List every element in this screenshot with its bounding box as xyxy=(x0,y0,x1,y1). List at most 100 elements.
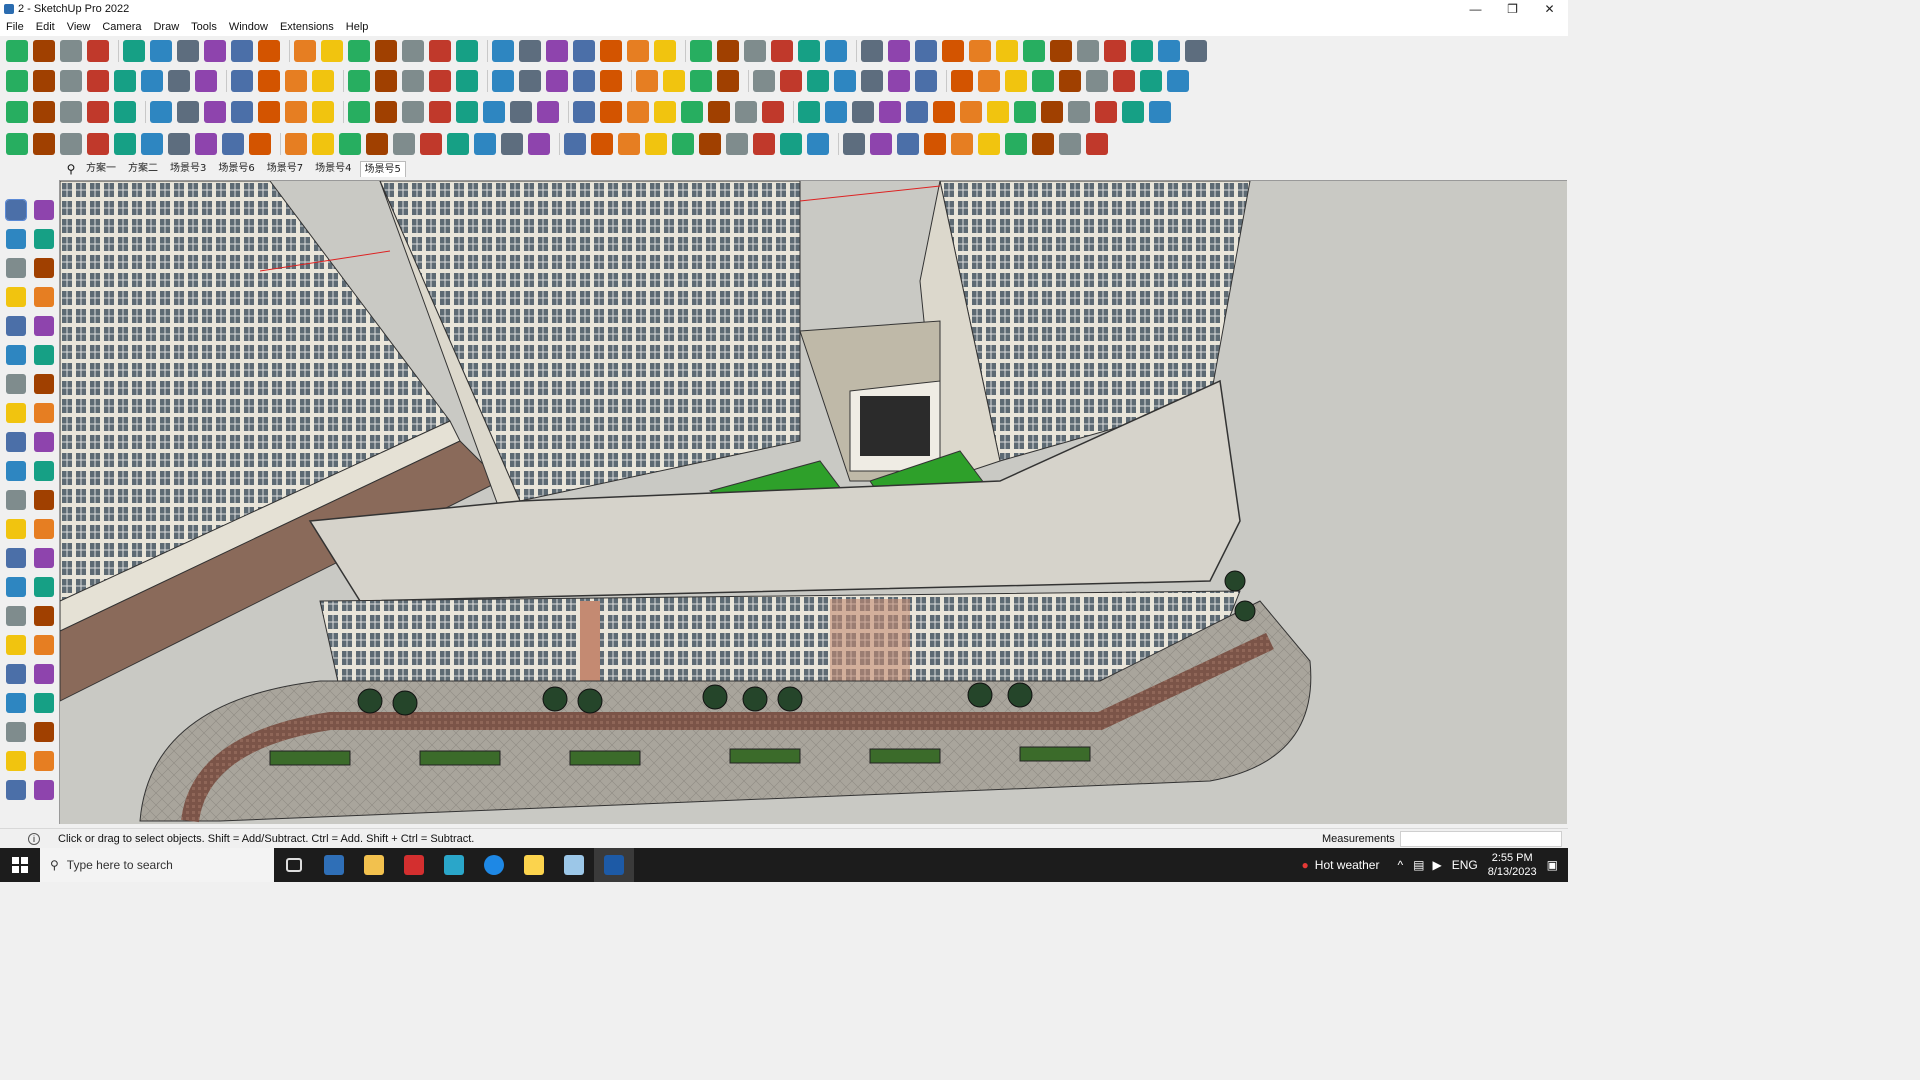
toolbar-tool-icon[interactable] xyxy=(573,101,595,123)
toolbar-tool-icon[interactable] xyxy=(348,101,370,123)
left-tool-icon[interactable] xyxy=(34,548,54,568)
left-tool-icon[interactable] xyxy=(34,432,54,452)
toolbar-tool-icon[interactable] xyxy=(1032,133,1054,155)
weather-text[interactable]: Hot weather xyxy=(1315,858,1380,872)
toolbar-tool-icon[interactable] xyxy=(87,40,109,62)
left-tool-icon[interactable] xyxy=(34,751,54,771)
toolbar-tool-icon[interactable] xyxy=(456,101,478,123)
toolbar-tool-icon[interactable] xyxy=(618,133,640,155)
toolbar-tool-icon[interactable] xyxy=(123,40,145,62)
toolbar-tool-icon[interactable] xyxy=(1149,101,1171,123)
toolbar-tool-icon[interactable] xyxy=(690,70,712,92)
toolbar-tool-icon[interactable] xyxy=(744,40,766,62)
toolbar-tool-icon[interactable] xyxy=(204,101,226,123)
toolbar-tool-icon[interactable] xyxy=(375,101,397,123)
left-tool-icon[interactable] xyxy=(6,577,26,597)
toolbar-tool-icon[interactable] xyxy=(663,70,685,92)
toolbar-tool-icon[interactable] xyxy=(942,40,964,62)
toolbar-tool-icon[interactable] xyxy=(1140,70,1162,92)
toolbar-tool-icon[interactable] xyxy=(987,101,1009,123)
toolbar-tool-icon[interactable] xyxy=(717,70,739,92)
toolbar-tool-icon[interactable] xyxy=(699,133,721,155)
toolbar-tool-icon[interactable] xyxy=(195,70,217,92)
menu-extensions[interactable]: Extensions xyxy=(280,21,334,33)
left-tool-icon[interactable] xyxy=(6,287,26,307)
toolbar-tool-icon[interactable] xyxy=(168,133,190,155)
toolbar-tool-icon[interactable] xyxy=(168,70,190,92)
scene-tab[interactable]: 场景号3 xyxy=(166,161,210,177)
menu-draw[interactable]: Draw xyxy=(153,21,179,33)
toolbar-tool-icon[interactable] xyxy=(429,101,451,123)
toolbar-tool-icon[interactable] xyxy=(645,133,667,155)
left-tool-icon[interactable] xyxy=(34,316,54,336)
toolbar-tool-icon[interactable] xyxy=(258,101,280,123)
toolbar-tool-icon[interactable] xyxy=(1059,133,1081,155)
toolbar-tool-icon[interactable] xyxy=(141,70,163,92)
toolbar-tool-icon[interactable] xyxy=(1167,70,1189,92)
toolbar-tool-icon[interactable] xyxy=(60,40,82,62)
toolbar-tool-icon[interactable] xyxy=(492,70,514,92)
toolbar-tool-icon[interactable] xyxy=(690,40,712,62)
toolbar-tool-icon[interactable] xyxy=(681,101,703,123)
toolbar-tool-icon[interactable] xyxy=(519,70,541,92)
toolbar-tool-icon[interactable] xyxy=(222,133,244,155)
toolbar-tool-icon[interactable] xyxy=(456,40,478,62)
toolbar-tool-icon[interactable] xyxy=(33,133,55,155)
restore-icon[interactable]: ❐ xyxy=(1494,0,1531,18)
toolbar-tool-icon[interactable] xyxy=(573,40,595,62)
toolbar-tool-icon[interactable] xyxy=(879,101,901,123)
3d-viewport[interactable] xyxy=(59,180,1567,824)
toolbar-tool-icon[interactable] xyxy=(285,101,307,123)
menu-help[interactable]: Help xyxy=(346,21,369,33)
clock[interactable]: 2:55 PM 8/13/2023 xyxy=(1488,851,1537,879)
menu-file[interactable]: File xyxy=(6,21,24,33)
network-icon[interactable]: ▤ xyxy=(1413,858,1424,872)
toolbar-tool-icon[interactable] xyxy=(393,133,415,155)
menu-tools[interactable]: Tools xyxy=(191,21,217,33)
scene-tab[interactable]: 场景号7 xyxy=(263,161,307,177)
task-view-icon[interactable] xyxy=(274,848,314,882)
toolbar-tool-icon[interactable] xyxy=(348,70,370,92)
left-tool-icon[interactable] xyxy=(6,374,26,394)
toolbar-tool-icon[interactable] xyxy=(321,40,343,62)
toolbar-tool-icon[interactable] xyxy=(456,70,478,92)
toolbar-tool-icon[interactable] xyxy=(231,70,253,92)
toolbar-tool-icon[interactable] xyxy=(924,133,946,155)
left-tool-icon[interactable] xyxy=(34,664,54,684)
left-tool-icon[interactable] xyxy=(6,316,26,336)
left-tool-icon[interactable] xyxy=(34,374,54,394)
toolbar-tool-icon[interactable] xyxy=(798,101,820,123)
toolbar-tool-icon[interactable] xyxy=(654,40,676,62)
toolbar-tool-icon[interactable] xyxy=(600,101,622,123)
toolbar-tool-icon[interactable] xyxy=(915,70,937,92)
toolbar-tool-icon[interactable] xyxy=(834,70,856,92)
toolbar-tool-icon[interactable] xyxy=(6,40,28,62)
volume-icon[interactable]: ▶ xyxy=(1432,858,1441,872)
toolbar-tool-icon[interactable] xyxy=(6,70,28,92)
scene-tab[interactable]: 场景号4 xyxy=(311,161,355,177)
toolbar-tool-icon[interactable] xyxy=(546,40,568,62)
toolbar-tool-icon[interactable] xyxy=(60,101,82,123)
toolbar-tool-icon[interactable] xyxy=(1032,70,1054,92)
toolbar-tool-icon[interactable] xyxy=(1104,40,1126,62)
left-tool-icon[interactable] xyxy=(6,432,26,452)
taskbar-search-input[interactable]: ⚲ Type here to search xyxy=(40,848,274,882)
toolbar-tool-icon[interactable] xyxy=(960,101,982,123)
toolbar-tool-icon[interactable] xyxy=(537,101,559,123)
toolbar-tool-icon[interactable] xyxy=(933,101,955,123)
left-tool-icon[interactable] xyxy=(34,287,54,307)
toolbar-tool-icon[interactable] xyxy=(951,70,973,92)
scene-tab-active[interactable]: 场景号5 xyxy=(359,161,406,177)
toolbar-tool-icon[interactable] xyxy=(231,101,253,123)
toolbar-tool-icon[interactable] xyxy=(1095,101,1117,123)
toolbar-tool-icon[interactable] xyxy=(636,70,658,92)
toolbar-tool-icon[interactable] xyxy=(798,40,820,62)
left-tool-icon[interactable] xyxy=(6,693,26,713)
toolbar-tool-icon[interactable] xyxy=(474,133,496,155)
toolbar-tool-icon[interactable] xyxy=(177,40,199,62)
left-tool-icon[interactable] xyxy=(6,461,26,481)
windows-start-icon[interactable] xyxy=(0,848,40,882)
toolbar-tool-icon[interactable] xyxy=(1005,70,1027,92)
calculator-app-icon[interactable] xyxy=(314,848,354,882)
toolbar-tool-icon[interactable] xyxy=(294,40,316,62)
